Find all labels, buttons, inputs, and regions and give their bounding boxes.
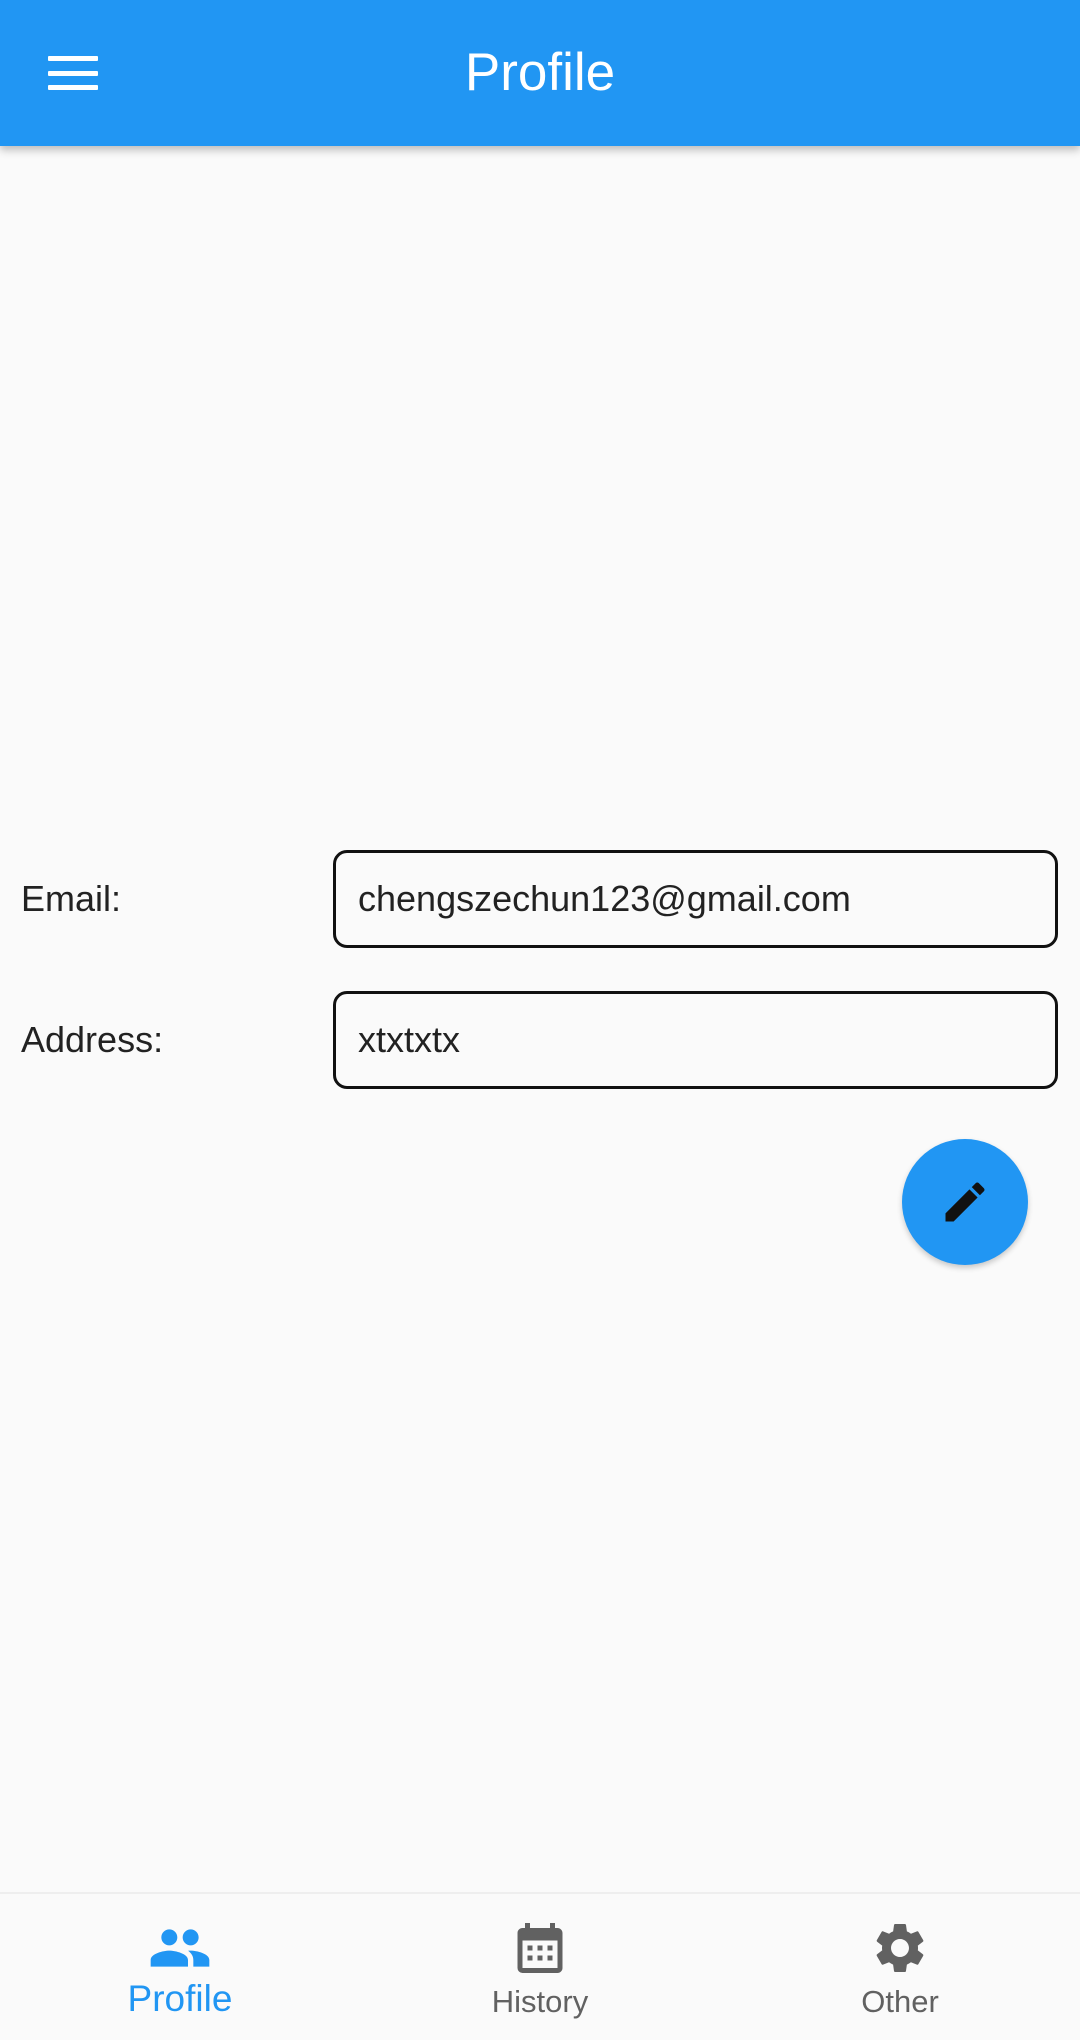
- nav-item-profile[interactable]: Profile: [0, 1894, 360, 2040]
- address-label: Address:: [21, 1019, 164, 1060]
- people-icon: [150, 1929, 210, 1967]
- email-row: Email:: [0, 850, 1080, 948]
- nav-item-history[interactable]: History: [360, 1894, 720, 2040]
- nav-label-profile: Profile: [127, 1978, 233, 2019]
- edit-button[interactable]: [902, 1139, 1028, 1265]
- edit-pencil-icon: [945, 1182, 985, 1222]
- gear-icon: [876, 1924, 924, 1972]
- calendar-icon: [517, 1923, 563, 1973]
- profile-content: Email: Address:: [0, 146, 1080, 1892]
- nav-label-other: Other: [861, 1984, 939, 2019]
- email-label: Email:: [21, 878, 122, 919]
- nav-label-history: History: [491, 1984, 589, 2019]
- app-bar: Profile: [0, 0, 1080, 146]
- email-field[interactable]: [333, 850, 1058, 948]
- page-title: Profile: [464, 43, 616, 102]
- address-row: Address:: [0, 991, 1080, 1089]
- address-field[interactable]: [333, 991, 1058, 1089]
- nav-item-other[interactable]: Other: [720, 1894, 1080, 2040]
- bottom-navigation: Profile History Other: [0, 1892, 1080, 2038]
